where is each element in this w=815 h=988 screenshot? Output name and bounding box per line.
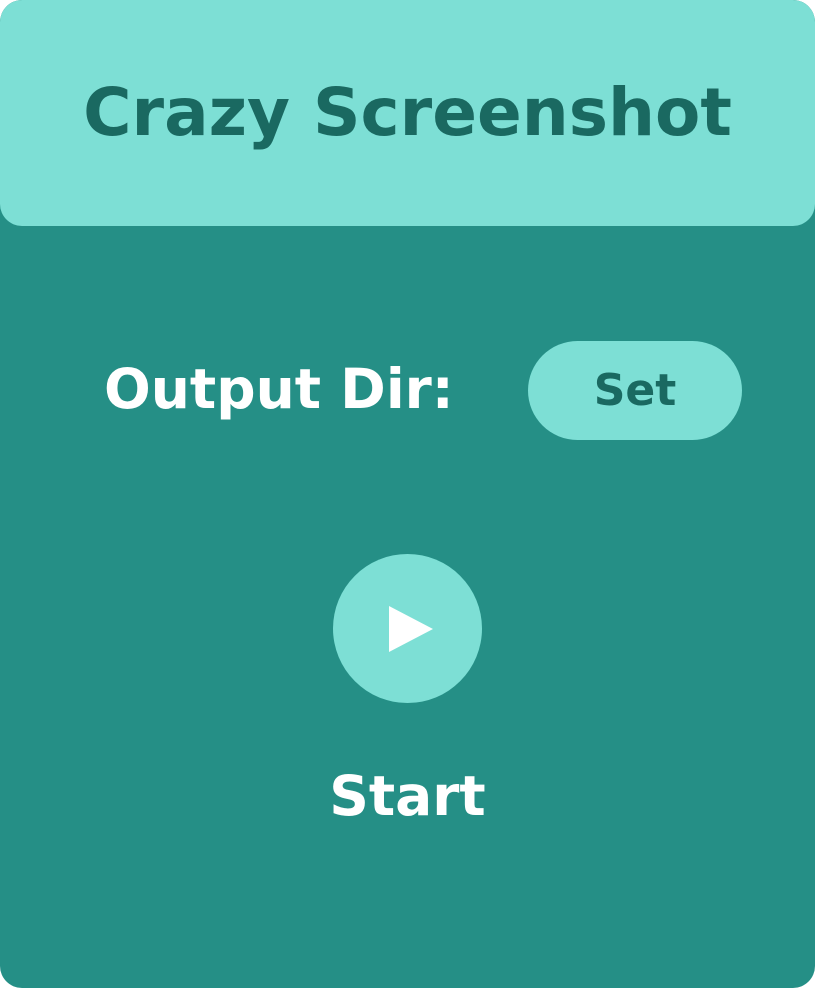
app-title: Crazy Screenshot <box>83 73 732 151</box>
app-window: Crazy Screenshot Output Dir: Set Start <box>0 0 815 988</box>
header-bar: Crazy Screenshot <box>0 0 815 226</box>
set-output-dir-button[interactable]: Set <box>528 341 742 440</box>
output-dir-label: Output Dir: <box>104 357 454 421</box>
start-button[interactable] <box>333 554 482 703</box>
play-icon <box>388 605 433 652</box>
set-button-label: Set <box>593 365 677 416</box>
start-label: Start <box>329 764 486 828</box>
